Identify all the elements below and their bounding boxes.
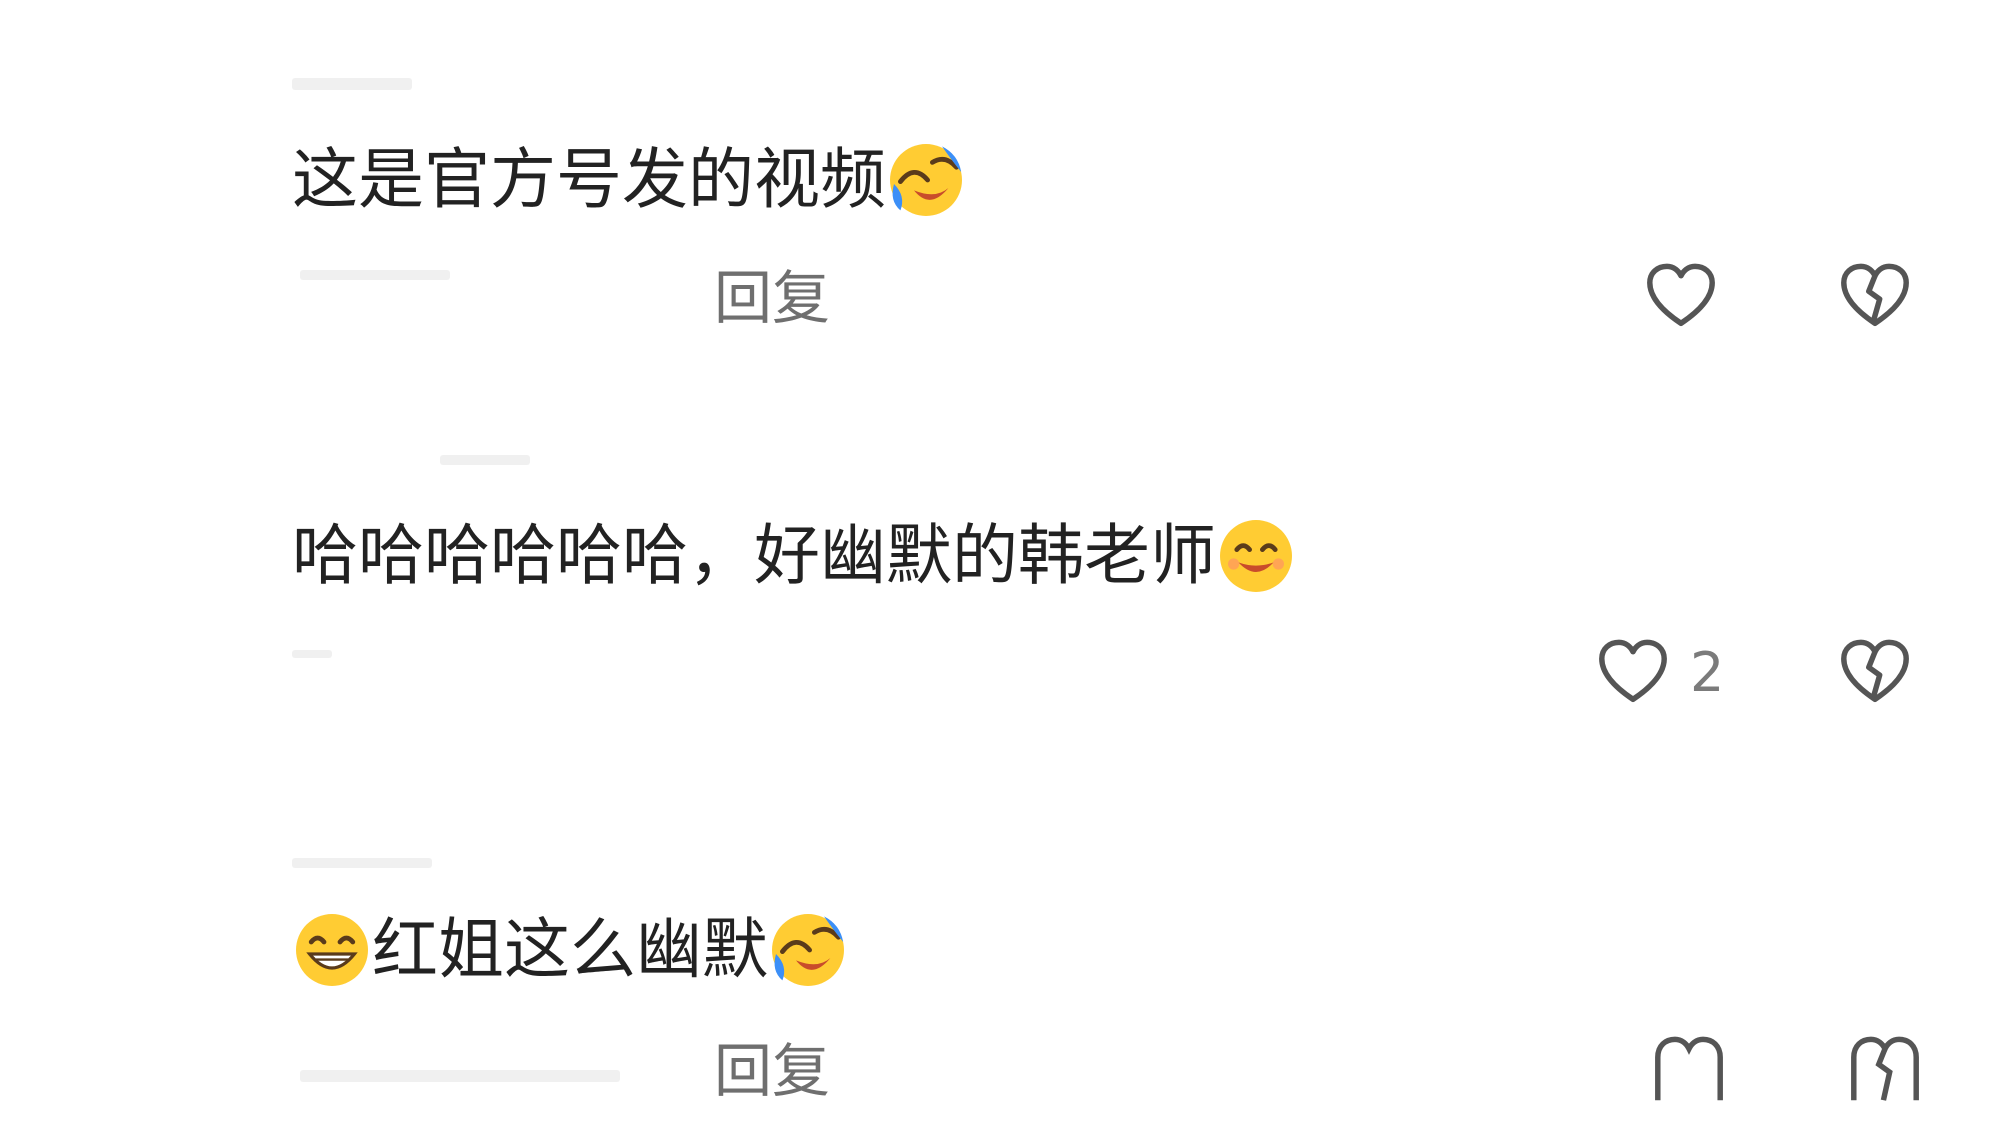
comment-2-text: 哈哈哈哈哈哈，好幽默的韩老师 bbox=[292, 517, 1216, 594]
comment-2-username bbox=[440, 455, 530, 465]
smile-emoji bbox=[1220, 520, 1292, 592]
grin-emoji bbox=[296, 914, 368, 986]
comment-3-text-row: 红姐这么幽默 bbox=[292, 910, 848, 990]
comment-2-dislike-broken-heart-icon[interactable] bbox=[1836, 633, 1914, 711]
comment-3-meta bbox=[300, 1070, 620, 1082]
comment-1-reply-button[interactable]: 回复 bbox=[714, 263, 830, 333]
comment-3-username bbox=[292, 858, 432, 868]
comment-3-like-heart-icon[interactable] bbox=[1650, 1030, 1728, 1108]
comment-1-text: 这是官方号发的视频 bbox=[292, 141, 886, 218]
comment-1-like-heart-icon[interactable] bbox=[1642, 257, 1720, 335]
laugh-cry-emoji bbox=[890, 144, 962, 216]
comment-2-like-heart-icon[interactable] bbox=[1594, 633, 1672, 711]
comment-2-text-row: 哈哈哈哈哈哈，好幽默的韩老师 bbox=[292, 516, 1296, 596]
comment-1-meta bbox=[300, 270, 450, 280]
comment-3-reply-button[interactable]: 回复 bbox=[714, 1036, 830, 1106]
comment-2-like-count: 2 bbox=[1690, 641, 1725, 704]
comment-1-text-row: 这是官方号发的视频 bbox=[292, 140, 966, 220]
comment-1-dislike-broken-heart-icon[interactable] bbox=[1836, 257, 1914, 335]
comment-3-dislike-broken-heart-icon[interactable] bbox=[1846, 1030, 1924, 1108]
comment-1-username bbox=[292, 78, 412, 90]
laugh-cry-emoji bbox=[772, 914, 844, 986]
comment-3-text: 红姐这么幽默 bbox=[372, 911, 768, 988]
comment-2-meta bbox=[292, 650, 332, 658]
